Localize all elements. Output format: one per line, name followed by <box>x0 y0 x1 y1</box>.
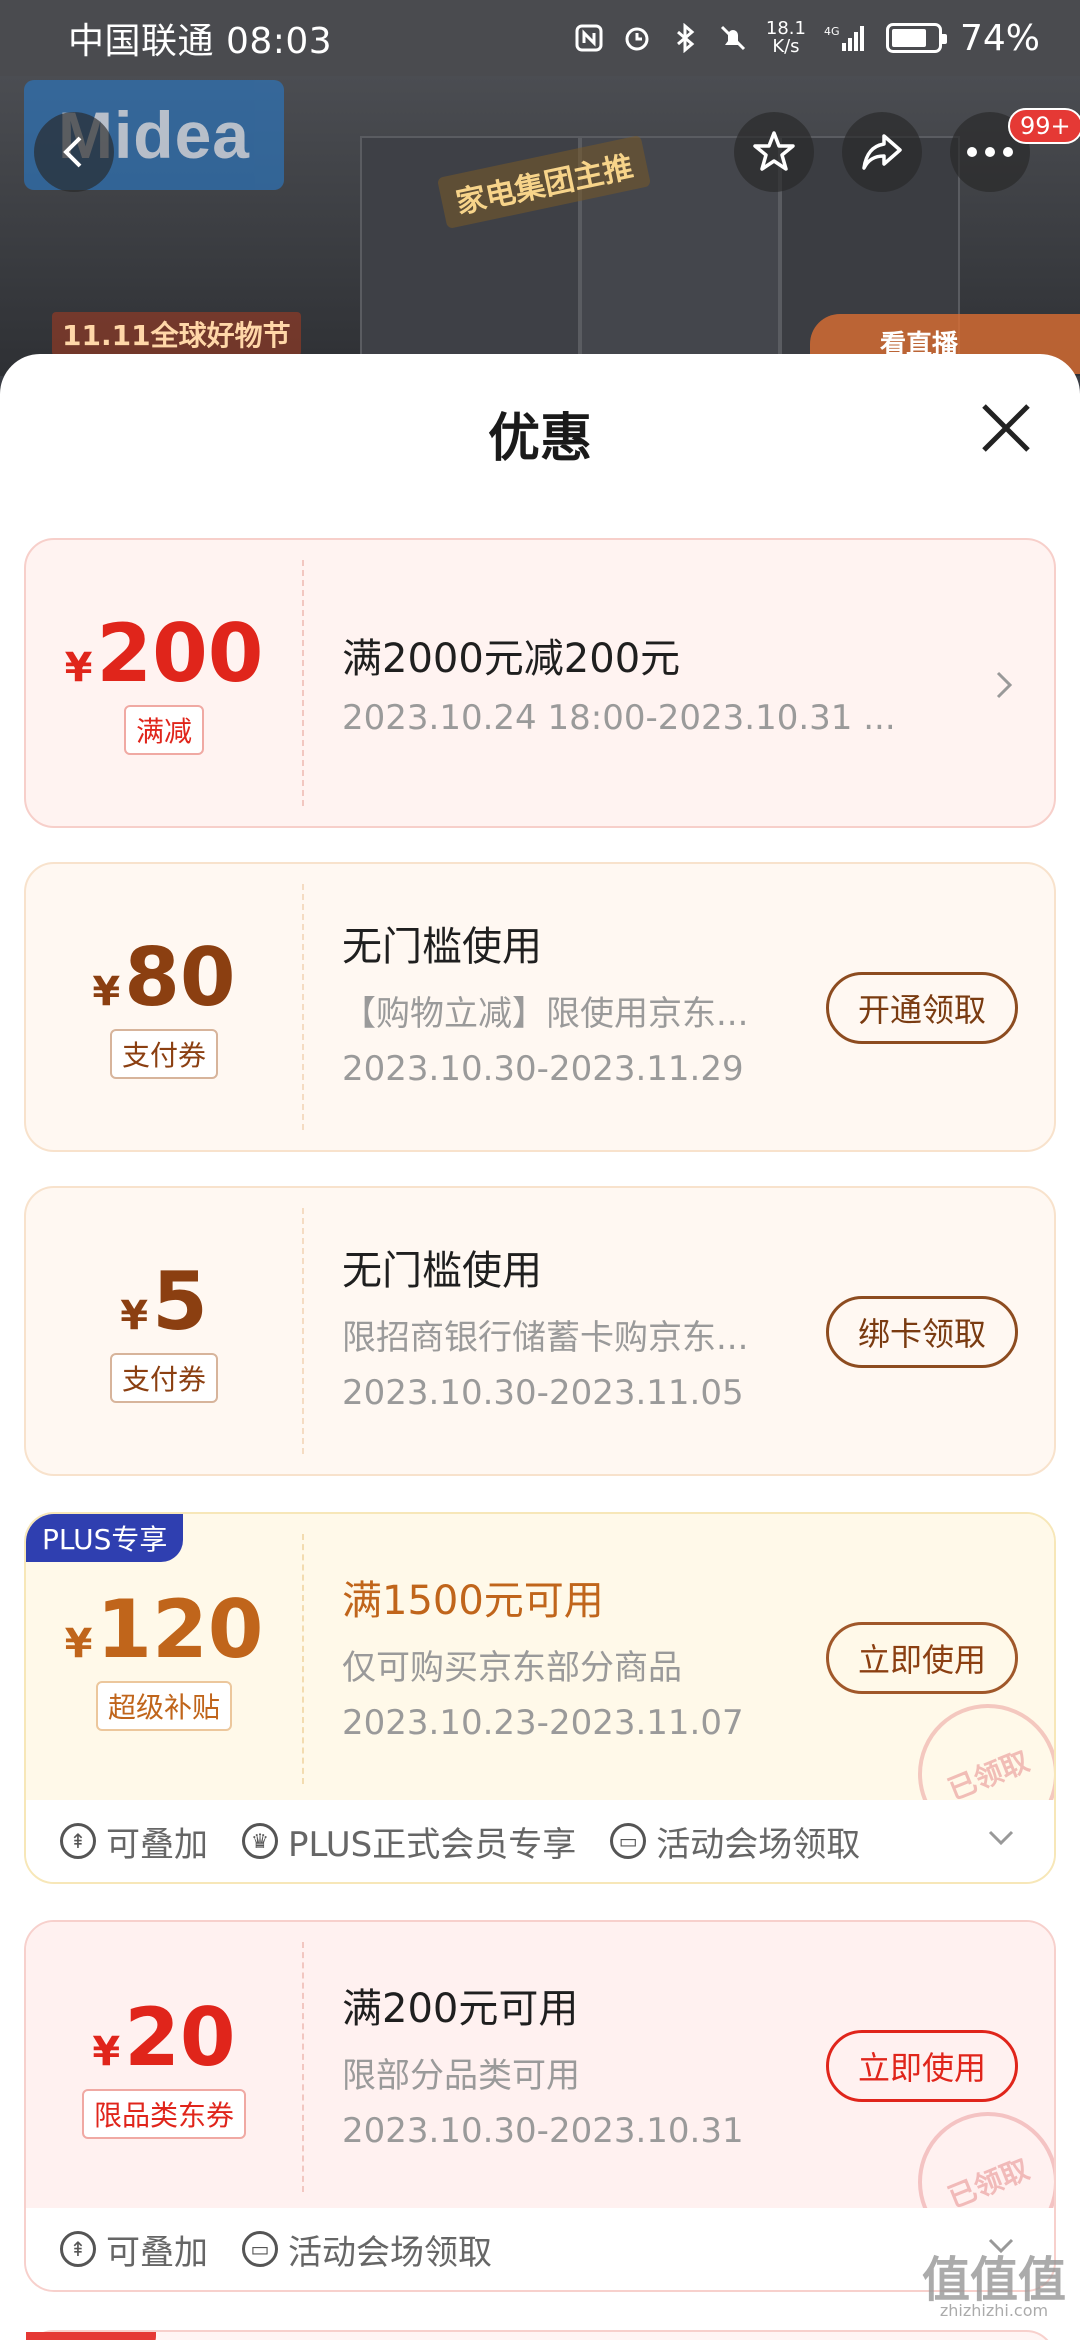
coupon-amount: 5 <box>152 1255 208 1348</box>
mute-bell-icon <box>720 25 745 51</box>
use-now-button[interactable]: 立即使用 <box>826 2030 1018 2102</box>
plus-exclusive-badge: PLUS专享 <box>26 1514 184 1562</box>
ticket-icon: ▭ <box>610 1823 647 1859</box>
coupon-type-tag: 超级补贴 <box>95 1681 232 1731</box>
coupon-card: ¥ 5 支付券 无门槛使用 限招商银行储蓄卡购京东... 2023.10.30-… <box>24 1186 1056 1476</box>
coupon-description: 【购物立减】限使用京东... <box>342 994 749 1034</box>
coupon-dates: 2023.10.30-2023.11.05 <box>342 1373 744 1413</box>
currency-symbol: ¥ <box>64 645 93 691</box>
coupon-value: ¥ 5 支付券 <box>26 1188 302 1474</box>
coupon-info: 满2000元减200元 2023.10.24 18:00-2023.10.31 … <box>342 540 1018 826</box>
feature-plus-member: ♛ PLUS正式会员专享 <box>242 1817 576 1866</box>
coupon-card: ¥ 20 限品类东券 满200元可用 限部分品类可用 2023.10.30-20… <box>24 1920 1056 2292</box>
net-speed-unit: K/s <box>772 36 800 57</box>
status-icons: 18.1 K/s 4G 74% <box>574 18 1040 59</box>
feature-label: 活动会场领取 <box>656 1824 861 1865</box>
favorite-button[interactable] <box>734 112 814 192</box>
coupon-card: ¥ 80 支付券 无门槛使用 【购物立减】限使用京东... 2023.10.30… <box>24 862 1056 1152</box>
coupon-dates: 2023.10.24 18:00-2023.10.31 ... <box>342 698 896 738</box>
coupon-card: ¥ 120 超级补贴 满1500元可用 仅可购买京东部分商品 2023.10.2… <box>24 1512 1056 1884</box>
currency-symbol: ¥ <box>92 2029 121 2075</box>
share-button[interactable] <box>842 112 922 192</box>
carrier-time: 中国联通 08:03 <box>68 21 333 62</box>
back-button[interactable] <box>34 112 114 192</box>
bind-card-claim-button[interactable]: 绑卡领取 <box>826 1296 1018 1368</box>
share-icon <box>862 134 902 170</box>
crown-icon: ♛ <box>242 1823 278 1859</box>
watermark-main: 值值值 <box>922 2252 1067 2308</box>
currency-symbol: ¥ <box>92 969 121 1015</box>
coupon-type-tag: 限品类东券 <box>81 2089 246 2139</box>
coupon-amount: 80 <box>124 931 236 1024</box>
star-icon <box>753 131 795 171</box>
watermark-sub: zhizhizhi.com <box>939 2301 1049 2320</box>
battery-icon <box>885 23 947 53</box>
use-now-button[interactable]: 立即使用 <box>826 1622 1018 1694</box>
nfc-icon <box>575 24 603 52</box>
coupon-amount: 200 <box>96 607 264 700</box>
feature-label: 活动会场领取 <box>288 2232 492 2273</box>
stack-icon: ⇞ <box>60 2231 96 2267</box>
close-icon[interactable] <box>976 398 1036 458</box>
coupon-description: 限招商银行储蓄卡购京东... <box>342 1318 749 1358</box>
coupon-dates: 2023.10.23-2023.11.07 <box>342 1703 744 1743</box>
currency-symbol: ¥ <box>64 1621 93 1667</box>
feature-label: PLUS正式会员专享 <box>288 1824 577 1865</box>
status-bar: 中国联通 08:03 18.1 K/s 4G 74% <box>0 0 1080 76</box>
next-coupon-peek <box>24 2330 1056 2340</box>
currency-symbol: ¥ <box>120 1293 149 1339</box>
bluetooth-icon <box>676 23 695 53</box>
coupon-features: ⇞ 可叠加 ▭ 活动会场领取 <box>26 2208 1054 2290</box>
coupon-card[interactable]: ¥ 200 满减 满2000元减200元 2023.10.24 18:00-20… <box>24 538 1056 828</box>
network-speed: 18.1 K/s <box>766 20 806 56</box>
coupon-headline: 满1500元可用 <box>342 1578 604 1624</box>
coupon-dates: 2023.10.30-2023.10.31 <box>342 2111 744 2151</box>
product-hero: Midea 家电集团主推 11.11全球好物节 看直播 <box>0 76 1080 376</box>
coupon-value: ¥ 20 限品类东券 <box>26 1922 302 2212</box>
feature-venue-claim: ▭ 活动会场领取 <box>242 2225 492 2274</box>
svg-text:4G: 4G <box>824 25 840 38</box>
alarm-icon <box>625 27 649 51</box>
feature-label: 可叠加 <box>106 1824 208 1865</box>
coupon-value: ¥ 200 满减 <box>26 540 302 826</box>
discount-sheet: 优惠 ¥ 200 满减 满2000元减200元 2023.10.24 18:00… <box>0 354 1080 2340</box>
coupon-amount: 120 <box>96 1583 264 1676</box>
coupon-type-tag: 满减 <box>123 705 204 755</box>
feature-stackable: ⇞ 可叠加 <box>60 1817 208 1866</box>
back-arrow-icon <box>63 136 82 168</box>
site-watermark: 值值值 zhizhizhi.com <box>922 2256 1066 2320</box>
feature-stackable: ⇞ 可叠加 <box>60 2225 208 2274</box>
coupon-headline: 无门槛使用 <box>342 1248 542 1294</box>
chevron-right-icon[interactable] <box>994 667 1016 703</box>
battery-percent: 74% <box>959 17 1040 59</box>
coupon-value: ¥ 80 支付券 <box>26 864 302 1150</box>
coupon-headline: 满200元可用 <box>342 1986 579 2032</box>
coupon-dates: 2023.10.30-2023.11.29 <box>342 1049 744 1089</box>
activate-claim-button[interactable]: 开通领取 <box>826 972 1018 1044</box>
feature-venue-claim: ▭ 活动会场领取 <box>610 1817 860 1866</box>
promo-banner-left: 11.11全球好物节 <box>52 312 301 356</box>
coupon-headline: 满2000元减200元 <box>342 636 681 682</box>
ticket-icon: ▭ <box>242 2231 278 2267</box>
more-dots-icon <box>967 147 1013 157</box>
coupon-type-tag: 支付券 <box>109 1029 218 1079</box>
chevron-down-icon[interactable] <box>986 1828 1016 1848</box>
sheet-title: 优惠 <box>487 409 592 469</box>
coupon-features: ⇞ 可叠加 ♛ PLUS正式会员专享 ▭ 活动会场领取 <box>26 1800 1054 1882</box>
signal-icon: 4G <box>824 25 864 51</box>
coupon-headline: 无门槛使用 <box>342 924 542 970</box>
coupon-type-tag: 支付券 <box>109 1353 218 1403</box>
message-badge: 99+ <box>1008 108 1080 144</box>
feature-label: 可叠加 <box>106 2232 208 2273</box>
stack-icon: ⇞ <box>60 1823 96 1859</box>
coupon-amount: 20 <box>124 1991 236 2084</box>
